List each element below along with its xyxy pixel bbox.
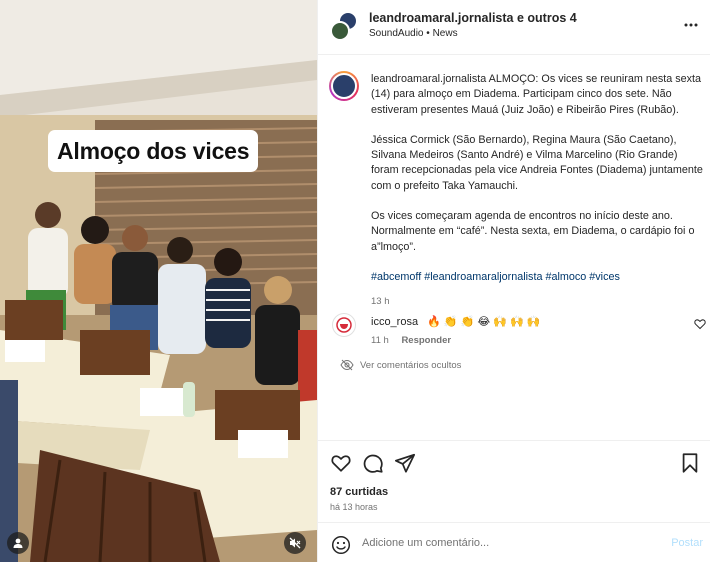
avatar <box>330 21 350 41</box>
caption-timestamp: 13 h <box>371 296 390 308</box>
more-options-button[interactable] <box>681 15 701 35</box>
caption-username[interactable]: leandroamaral.jornalista <box>371 73 486 85</box>
post-caption: leandroamaral.jornalista ALMOÇO: Os vice… <box>371 72 705 310</box>
comment-text: 🔥 👏 👏 😂 🙌 🙌 🙌 <box>427 316 541 328</box>
collab-avatars[interactable] <box>330 11 360 41</box>
separator: • <box>426 28 430 39</box>
comment-username[interactable]: icco_rosa <box>371 316 418 328</box>
user-tag-button[interactable] <box>7 532 29 554</box>
emoji-icon[interactable] <box>331 535 351 555</box>
category-link[interactable]: News <box>433 28 458 39</box>
post-body: leandroamaral.jornalista ALMOÇO: Os vice… <box>318 56 710 440</box>
bowl-logo-icon <box>336 317 352 333</box>
caption-hashtags[interactable]: #abcemoff #leandroamaraljornalista #almo… <box>371 270 705 285</box>
reply-button[interactable]: Responder <box>401 335 451 346</box>
mute-icon <box>289 537 301 549</box>
action-bar: 87 curtidas há 13 horas <box>318 440 710 522</box>
hidden-comments-label: Ver comentários ocultos <box>360 359 462 371</box>
post-author-title[interactable]: leandroamaral.jornalista e outros 4 <box>369 11 577 25</box>
more-options-icon <box>684 23 698 27</box>
post-button[interactable]: Postar <box>671 537 703 549</box>
audio-link[interactable]: SoundAudio <box>369 28 424 39</box>
likes-count[interactable]: 87 curtidas <box>330 486 388 498</box>
media-overlay-text: Almoço dos vices <box>48 130 259 172</box>
post-panel: leandroamaral.jornalista e outros 4 Soun… <box>317 0 710 562</box>
post-time: há 13 horas <box>330 502 378 512</box>
post-photo <box>0 0 317 562</box>
comment-icon[interactable] <box>362 452 384 474</box>
post-subtitle: SoundAudio • News <box>369 28 458 39</box>
post-header: leandroamaral.jornalista e outros 4 Soun… <box>318 0 710 55</box>
comment-item: icco_rosa 🔥 👏 👏 😂 🙌 🙌 🙌 11 h Responder <box>318 311 710 361</box>
like-icon[interactable] <box>330 452 352 474</box>
post-media[interactable]: Almoço dos vices <box>0 0 317 562</box>
comment-avatar[interactable] <box>332 313 356 337</box>
caption-paragraph: Os vices começaram agenda de encontros n… <box>371 210 695 253</box>
save-icon[interactable] <box>679 452 701 474</box>
mute-button[interactable] <box>284 532 306 554</box>
eye-off-icon <box>340 359 354 371</box>
comment-time: 11 h <box>371 335 389 346</box>
caption-avatar[interactable] <box>329 71 359 101</box>
hidden-comments-toggle[interactable]: Ver comentários ocultos <box>340 359 461 371</box>
user-tag-icon <box>13 538 23 548</box>
comment-input[interactable] <box>362 523 652 562</box>
add-comment-bar: Postar <box>318 522 710 562</box>
caption-paragraph: Jéssica Cormick (São Bernardo), Regina M… <box>371 133 703 192</box>
share-icon[interactable] <box>394 452 416 474</box>
comment-like-icon[interactable] <box>694 318 706 330</box>
